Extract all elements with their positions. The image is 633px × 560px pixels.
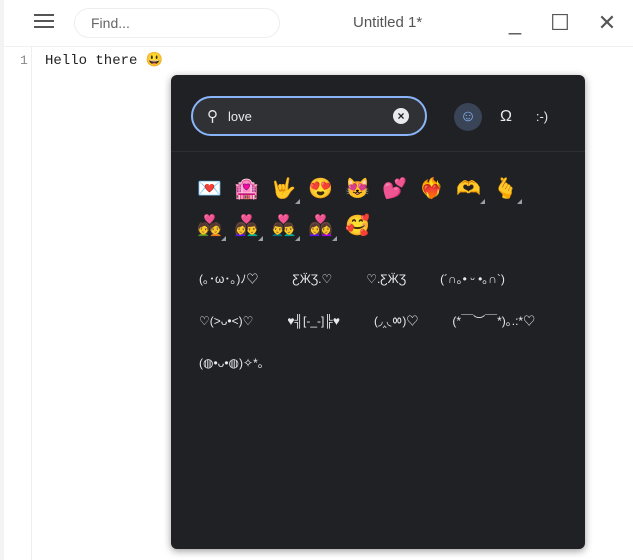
emoji-search-field[interactable]: ⚲ love × bbox=[191, 96, 427, 136]
emoji-item[interactable]: 👩‍❤️‍👨 bbox=[228, 208, 265, 245]
emoji-picker: ⚲ love × ☺ Ω :-) 💌 🏩 🤟 😍 😻 💕 ❤️‍🔥 🫶 🫰 💑 👩‍❤️‍👨 👨‍❤️… bbox=[171, 75, 585, 549]
emoticon-item[interactable]: ♥╣[-_-]╠♥ bbox=[279, 300, 348, 342]
emoticon-item[interactable]: (*￣︶￣*)｡.:*♡ bbox=[444, 300, 543, 342]
maximize-button[interactable]: ☐ bbox=[547, 10, 573, 36]
search-input[interactable]: love bbox=[228, 109, 252, 124]
hamburger-menu-icon[interactable] bbox=[34, 14, 54, 30]
emoticon-item[interactable]: (◍•ᴗ•◍)✧*｡ bbox=[191, 342, 272, 384]
emoji-item[interactable]: 💌 bbox=[191, 171, 228, 208]
emoticon-item[interactable]: (´∩｡• ᵕ •｡∩`) bbox=[432, 258, 513, 300]
emoticon-item[interactable]: (｡･ω･｡)ﾉ♡ bbox=[191, 258, 266, 300]
emoji-item[interactable]: 🤟 bbox=[265, 171, 302, 208]
emoticon-item[interactable]: ƸӜƷ.♡ bbox=[284, 258, 340, 300]
emoji-item[interactable]: 😻 bbox=[339, 171, 376, 208]
line-gutter: 1 bbox=[4, 47, 32, 560]
emoji-results: 💌 🏩 🤟 😍 😻 💕 ❤️‍🔥 🫶 🫰 💑 👩‍❤️‍👨 👨‍❤️‍👨 👩‍❤️‍👩 🥰 bbox=[191, 171, 581, 245]
minimize-button[interactable]: _ bbox=[502, 10, 528, 36]
emoji-item[interactable]: 🥰 bbox=[339, 208, 376, 245]
emoji-item[interactable]: ❤️‍🔥 bbox=[413, 171, 450, 208]
clear-search-icon[interactable]: × bbox=[393, 108, 409, 124]
emoji-item[interactable]: 😍 bbox=[302, 171, 339, 208]
category-symbols-tab[interactable]: Ω bbox=[492, 103, 520, 131]
emoticon-item[interactable]: (◞‸◟ㆀ)♡ bbox=[366, 300, 426, 342]
line-number: 1 bbox=[20, 53, 28, 68]
close-button[interactable]: ✕ bbox=[594, 10, 620, 36]
document-title: Untitled 1* bbox=[353, 14, 423, 31]
emoji-item[interactable]: 🫰 bbox=[487, 171, 524, 208]
emoji-item[interactable]: 👨‍❤️‍👨 bbox=[265, 208, 302, 245]
divider bbox=[171, 151, 585, 152]
emoji-item[interactable]: 🫶 bbox=[450, 171, 487, 208]
category-emoticons-tab[interactable]: :-) bbox=[528, 103, 556, 131]
search-icon: ⚲ bbox=[207, 108, 218, 125]
category-emoji-tab[interactable]: ☺ bbox=[454, 103, 482, 131]
emoticon-results: (｡･ω･｡)ﾉ♡ ƸӜƷ.♡ ♡.ƸӜƷ (´∩｡• ᵕ •｡∩`) ♡(>ᴗ•<)♡… bbox=[191, 258, 581, 384]
title-bar: Find... Untitled 1* _ ☐ ✕ bbox=[4, 0, 633, 46]
emoji-item[interactable]: 💑 bbox=[191, 208, 228, 245]
emoji-item[interactable]: 🏩 bbox=[228, 171, 265, 208]
emoticon-item[interactable]: ♡(>ᴗ•<)♡ bbox=[191, 300, 261, 342]
editor-text[interactable]: Hello there 😃 bbox=[45, 52, 163, 69]
emoji-item[interactable]: 👩‍❤️‍👩 bbox=[302, 208, 339, 245]
find-input[interactable]: Find... bbox=[74, 8, 280, 38]
emoticon-item[interactable]: ♡.ƸӜƷ bbox=[358, 258, 414, 300]
emoji-item[interactable]: 💕 bbox=[376, 171, 413, 208]
